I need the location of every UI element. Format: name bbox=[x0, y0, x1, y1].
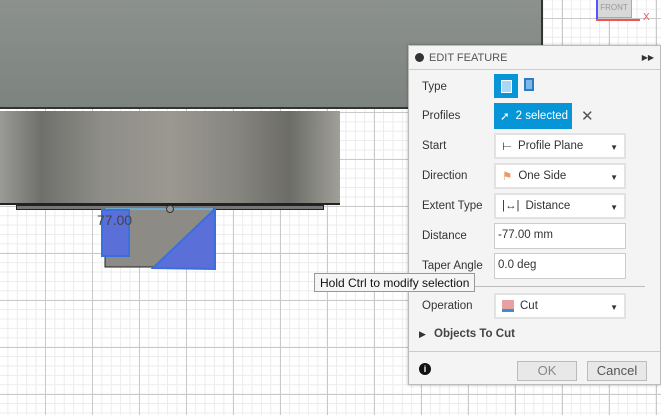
caret-right-icon: ▶ bbox=[419, 329, 426, 339]
chevron-down-icon: ▼ bbox=[610, 303, 618, 312]
collapse-icon[interactable] bbox=[415, 53, 424, 62]
x-axis-label: X bbox=[643, 12, 650, 23]
profiles-select-button[interactable]: ➚ 2 selected bbox=[494, 103, 572, 129]
thin-extrude-icon bbox=[524, 78, 534, 91]
chevron-down-icon: ▼ bbox=[610, 173, 618, 182]
distance-input[interactable]: -77.00 mm bbox=[494, 223, 626, 249]
chevron-down-icon: ▼ bbox=[610, 143, 618, 152]
ok-button[interactable]: OK bbox=[517, 361, 577, 381]
chevron-down-icon: ▼ bbox=[610, 203, 618, 212]
taper-angle-label: Taper Angle bbox=[422, 260, 483, 272]
direction-value: One Side bbox=[518, 170, 567, 182]
direction-dropdown[interactable]: ⚑ One Side ▼ bbox=[494, 163, 626, 189]
footer-divider bbox=[409, 351, 660, 352]
taper-angle-input[interactable]: 0.0 deg bbox=[494, 253, 626, 279]
operation-label: Operation bbox=[422, 300, 473, 312]
extent-value: Distance bbox=[525, 200, 571, 212]
objects-to-cut-toggle[interactable]: ▶ Objects To Cut bbox=[409, 327, 660, 353]
cursor-icon: ➚ bbox=[500, 111, 510, 123]
type-thin-button[interactable] bbox=[524, 78, 540, 94]
one-side-flag-icon: ⚑ bbox=[502, 171, 513, 183]
panel-title: EDIT FEATURE bbox=[429, 51, 508, 64]
cancel-button[interactable]: Cancel bbox=[587, 361, 647, 381]
dimension-label[interactable]: 77.00 bbox=[97, 212, 132, 228]
center-point bbox=[166, 205, 174, 213]
start-value: Profile Plane bbox=[518, 140, 584, 152]
z-axis bbox=[596, 0, 598, 20]
distance-icon: |↔| bbox=[502, 200, 520, 212]
viewcube[interactable]: FRONT bbox=[596, 0, 632, 18]
extent-type-label: Extent Type bbox=[422, 200, 483, 212]
profiles-count: 2 selected bbox=[515, 110, 569, 122]
operation-dropdown[interactable]: Cut ▼ bbox=[494, 293, 626, 319]
profiles-label: Profiles bbox=[422, 110, 461, 122]
info-icon[interactable]: i bbox=[419, 363, 431, 375]
objects-to-cut-label: Objects To Cut bbox=[434, 328, 515, 340]
edit-feature-panel: EDIT FEATURE ▶▶ Type Profiles ➚ 2 selecte… bbox=[408, 45, 661, 385]
extent-type-dropdown[interactable]: |↔| Distance ▼ bbox=[494, 193, 626, 219]
clear-selection-icon[interactable]: ✕ bbox=[581, 107, 594, 125]
tooltip: Hold Ctrl to modify selection bbox=[314, 273, 476, 292]
operation-value: Cut bbox=[520, 300, 538, 312]
direction-label: Direction bbox=[422, 170, 468, 182]
profile-plane-icon: ⊢ bbox=[502, 141, 513, 153]
body-cylinder bbox=[0, 111, 340, 205]
type-label: Type bbox=[422, 81, 447, 93]
expand-icon[interactable]: ▶▶ bbox=[642, 53, 654, 62]
type-extrude-button[interactable] bbox=[494, 74, 518, 98]
start-label: Start bbox=[422, 140, 447, 152]
cut-icon bbox=[502, 300, 514, 312]
solid-extrude-icon bbox=[500, 79, 512, 93]
panel-header[interactable]: EDIT FEATURE ▶▶ bbox=[409, 46, 660, 70]
distance-label: Distance bbox=[422, 230, 467, 242]
x-axis bbox=[596, 19, 640, 21]
start-dropdown[interactable]: ⊢ Profile Plane ▼ bbox=[494, 133, 626, 159]
